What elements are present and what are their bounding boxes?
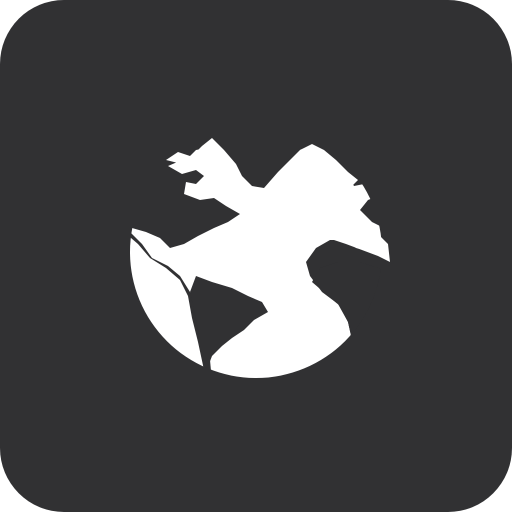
app-icon[interactable] <box>0 0 512 512</box>
globe-icon <box>130 138 390 378</box>
